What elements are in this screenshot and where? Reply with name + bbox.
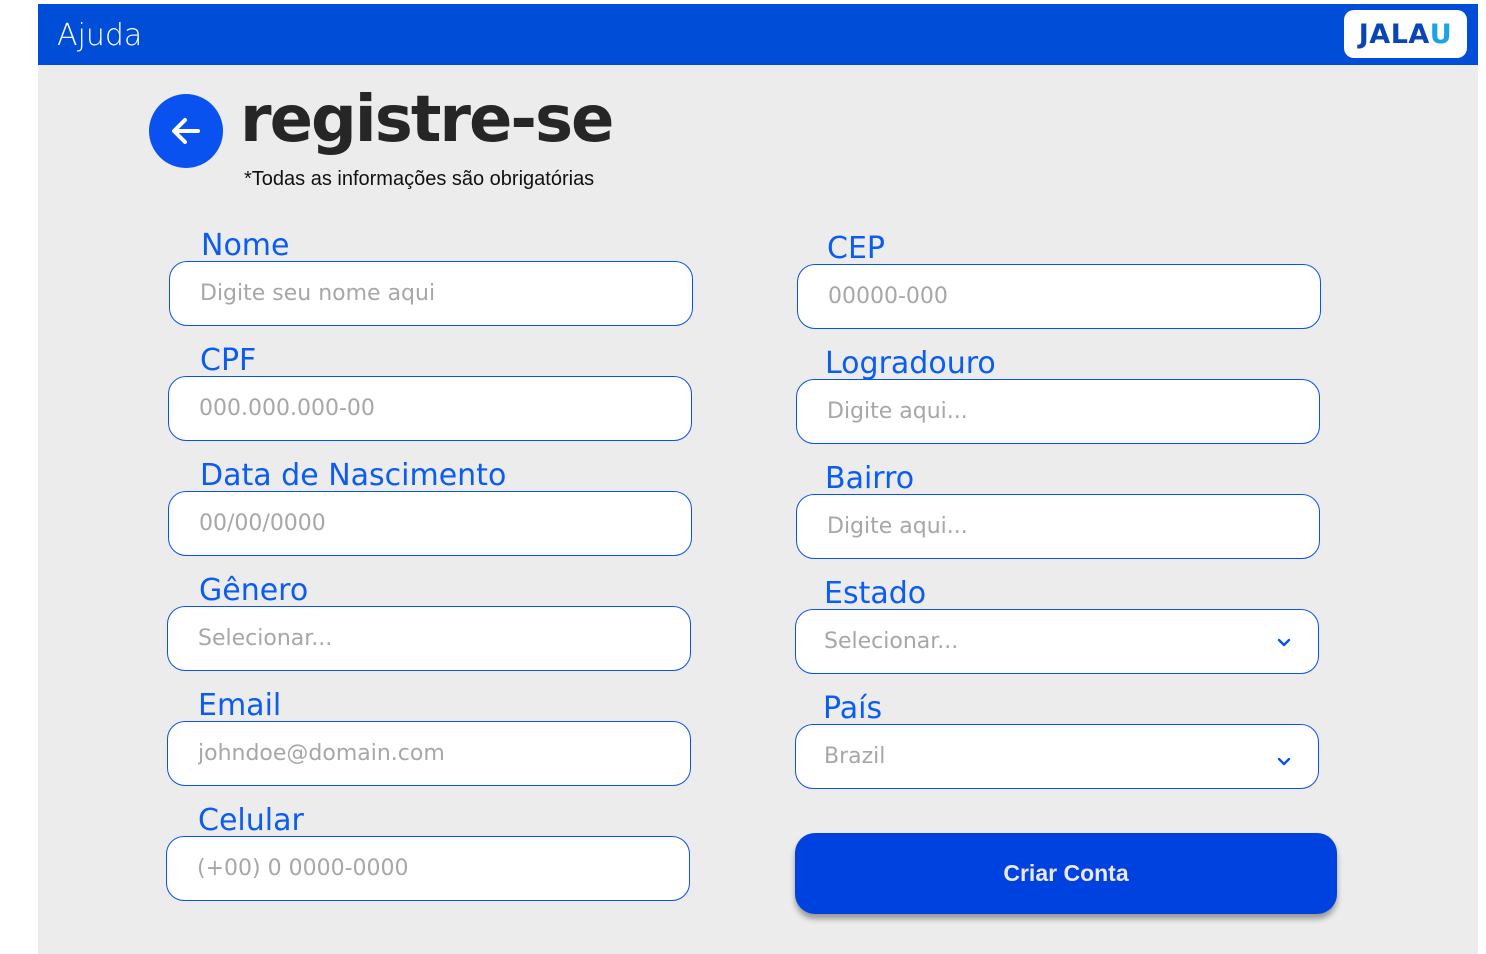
estado-select[interactable]: Selecionar... xyxy=(795,609,1319,674)
cep-label: CEP xyxy=(827,231,885,266)
nome-field[interactable] xyxy=(169,261,693,326)
logradouro-field[interactable] xyxy=(796,379,1320,444)
bairro-field[interactable] xyxy=(796,494,1320,559)
cep-input[interactable] xyxy=(828,265,1288,328)
chevron-down-icon xyxy=(1277,757,1291,766)
back-button[interactable] xyxy=(149,94,223,168)
page-title: registre-se xyxy=(240,83,614,157)
logradouro-label: Logradouro xyxy=(825,346,996,381)
bairro-input[interactable] xyxy=(827,495,1287,558)
genero-input[interactable] xyxy=(198,607,658,670)
pais-selected-value: Brazil xyxy=(824,744,886,769)
jalau-logo: JALA U xyxy=(1344,10,1467,58)
email-field[interactable] xyxy=(167,721,691,786)
nome-label: Nome xyxy=(201,228,290,263)
nascimento-input[interactable] xyxy=(199,492,659,555)
cpf-field[interactable] xyxy=(168,376,692,441)
pais-select[interactable]: Brazil xyxy=(795,724,1319,789)
top-bar: Ajuda JALA U xyxy=(38,4,1478,65)
pais-label: País xyxy=(823,691,883,726)
email-label: Email xyxy=(198,688,282,723)
app-frame: Ajuda JALA U registre-se *Todas as inform… xyxy=(38,4,1478,954)
estado-label: Estado xyxy=(824,576,927,611)
bairro-label: Bairro xyxy=(825,461,915,496)
estado-selected-value: Selecionar... xyxy=(824,629,959,654)
arrow-left-icon xyxy=(172,118,200,144)
cpf-label: CPF xyxy=(200,343,257,378)
logo-accent: U xyxy=(1429,18,1453,50)
email-input[interactable] xyxy=(198,722,658,785)
cpf-input[interactable] xyxy=(199,377,659,440)
logo-text: JALA xyxy=(1358,18,1430,50)
logradouro-input[interactable] xyxy=(827,380,1287,443)
chevron-down-icon xyxy=(1277,638,1291,647)
nome-input[interactable] xyxy=(200,262,660,325)
genero-field[interactable] xyxy=(167,606,691,671)
celular-field[interactable] xyxy=(166,836,690,901)
cep-field[interactable] xyxy=(797,264,1321,329)
genero-label: Gênero xyxy=(199,573,309,608)
help-link[interactable]: Ajuda xyxy=(57,18,142,53)
celular-input[interactable] xyxy=(197,837,657,900)
nascimento-field[interactable] xyxy=(168,491,692,556)
celular-label: Celular xyxy=(198,803,304,838)
page-subtitle: *Todas as informações são obrigatórias xyxy=(244,168,595,190)
create-account-button[interactable]: Criar Conta xyxy=(795,833,1337,914)
nascimento-label: Data de Nascimento xyxy=(200,458,507,493)
